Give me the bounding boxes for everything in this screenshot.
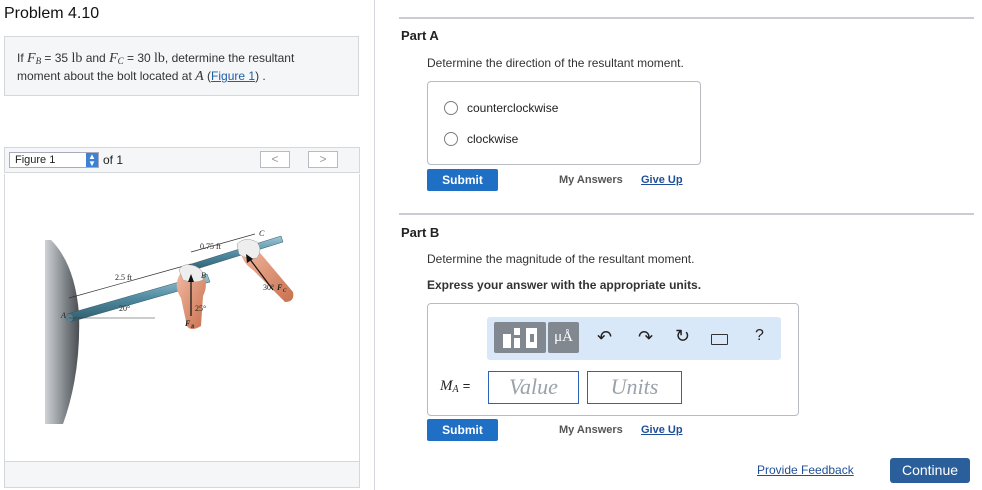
part-a-question: Determine the direction of the resultant…	[427, 56, 684, 70]
dim-0-75ft: 0.75 ft	[200, 242, 222, 251]
units-input[interactable]: Units	[587, 371, 682, 404]
fb-symbol: F	[27, 51, 36, 66]
redo-icon[interactable]: ↷	[638, 327, 653, 348]
keyboard-icon[interactable]	[711, 334, 728, 345]
angle-30: 30°	[263, 283, 274, 292]
figure-select[interactable]: Figure 1 ▲ ▼	[9, 152, 99, 168]
part-b-divider	[399, 213, 974, 215]
angle-25: 25°	[195, 304, 206, 313]
figure-footer	[4, 461, 360, 488]
help-button[interactable]: ?	[755, 327, 764, 345]
label-fb-sub: B	[190, 325, 195, 330]
part-a-my-answers[interactable]: My Answers	[559, 174, 623, 186]
stmt-rest1: , determine the resultant	[164, 51, 295, 65]
fc-symbol: F	[109, 51, 118, 66]
reset-icon[interactable]: ↻	[675, 326, 690, 347]
variable-subscript: A	[452, 384, 459, 395]
figure-link[interactable]: Figure 1	[211, 69, 255, 83]
part-a-divider	[399, 17, 974, 19]
equation-toolbar: μÅ ↶ ↷ ↻ ?	[487, 317, 781, 360]
choice-clockwise-label[interactable]: clockwise	[467, 132, 518, 146]
fc-value: = 30	[123, 51, 151, 65]
radio-clockwise[interactable]	[444, 132, 458, 146]
variable-label: MA =	[440, 377, 470, 395]
paren-close: ) .	[255, 69, 266, 83]
label-c: C	[259, 229, 265, 238]
label-fb: F	[184, 319, 191, 328]
part-b-give-up[interactable]: Give Up	[641, 424, 683, 436]
problem-statement: If FB = 35 lb and FC = 30 lb, determine …	[4, 36, 359, 96]
figure-select-value: Figure 1	[15, 154, 56, 166]
part-a-submit-button[interactable]: Submit	[427, 169, 498, 191]
problem-title: Problem 4.10	[4, 5, 100, 22]
fc-unit: lb	[154, 51, 165, 66]
part-b-submit-button[interactable]: Submit	[427, 419, 498, 441]
templates-button[interactable]	[494, 322, 546, 353]
figure-area: 2.5 ft 0.75 ft 20° 25° 30° A B C F B F C	[4, 174, 360, 462]
part-b-question: Determine the magnitude of the resultant…	[427, 252, 695, 266]
select-arrows-icon: ▲ ▼	[86, 153, 98, 168]
label-a: A	[60, 311, 66, 320]
value-input[interactable]: Value	[488, 371, 579, 404]
provide-feedback-link[interactable]: Provide Feedback	[757, 463, 854, 477]
part-a-give-up[interactable]: Give Up	[641, 174, 683, 186]
fb-unit: lb	[71, 51, 83, 66]
continue-button[interactable]: Continue	[890, 458, 970, 483]
next-figure-button[interactable]: >	[308, 151, 338, 168]
label-b: B	[201, 271, 206, 280]
wrench-diagram: 2.5 ft 0.75 ft 20° 25° 30° A B C F B F C	[45, 229, 294, 424]
variable-symbol: M	[440, 378, 453, 394]
part-a-label: Part A	[401, 28, 439, 43]
choice-counterclockwise-label[interactable]: counterclockwise	[467, 101, 558, 115]
radio-counterclockwise[interactable]	[444, 101, 458, 115]
fb-value: = 35	[41, 51, 69, 65]
part-b-label: Part B	[401, 225, 440, 240]
stmt-rest2: moment about the bolt located at	[17, 69, 192, 83]
stmt-if: If	[17, 51, 24, 65]
part-a-choices	[427, 81, 701, 165]
units-symbol-button[interactable]: μÅ	[548, 322, 579, 353]
undo-icon[interactable]: ↶	[597, 327, 612, 348]
templates-icon	[503, 328, 537, 348]
equals-sign: =	[462, 378, 471, 393]
wall	[45, 240, 80, 424]
part-b-my-answers[interactable]: My Answers	[559, 424, 623, 436]
stmt-and: and	[85, 51, 106, 65]
a-symbol: A	[195, 69, 204, 84]
dim-2-5ft: 2.5 ft	[115, 273, 133, 282]
column-divider	[374, 0, 375, 490]
prev-figure-button[interactable]: <	[260, 151, 290, 168]
figure-count: of 1	[103, 153, 124, 167]
part-b-instruction: Express your answer with the appropriate…	[427, 278, 702, 292]
angle-20: 20°	[119, 304, 130, 313]
label-fc: F	[276, 283, 283, 292]
